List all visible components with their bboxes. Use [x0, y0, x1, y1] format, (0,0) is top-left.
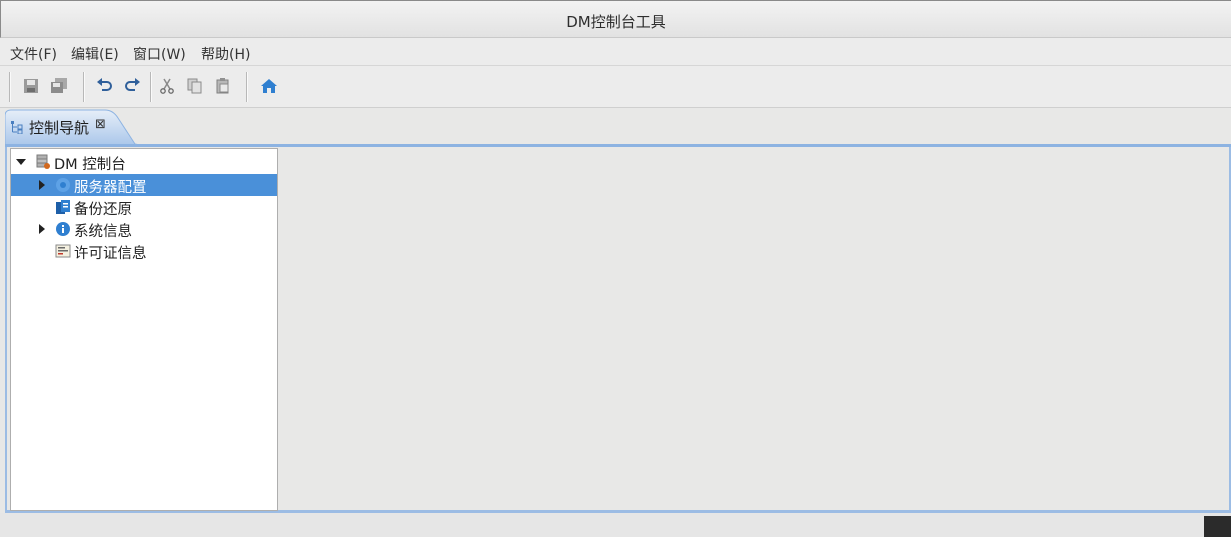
tree-item-label: 服务器配置 [74, 180, 147, 196]
backup-restore-icon [56, 200, 70, 214]
tree-item-label: 许可证信息 [74, 246, 147, 262]
toolbar-separator [9, 72, 10, 102]
toolbar [0, 66, 1231, 108]
tab-control-navigation[interactable]: 控制导航 ⊠ [5, 108, 145, 146]
info-icon [56, 222, 70, 236]
menu-window[interactable]: 窗口(W) [133, 44, 186, 64]
tab-label: 控制导航 [29, 119, 90, 137]
tree-item-system-info[interactable]: 系统信息 [11, 218, 277, 240]
server-config-icon [56, 178, 70, 192]
tree-item-backup-restore[interactable]: 备份还原 [11, 196, 277, 218]
menu-help[interactable]: 帮助(H) [201, 44, 250, 64]
cut-button[interactable] [156, 75, 178, 97]
database-icon [36, 154, 50, 169]
tree-item-server-config[interactable]: 服务器配置 [11, 174, 277, 196]
collapse-arrow-icon[interactable] [16, 157, 26, 167]
redo-icon [125, 78, 140, 91]
status-corner [1204, 516, 1231, 537]
menu-bar: 文件(F) 编辑(E) 窗口(W) 帮助(H) [0, 38, 1231, 66]
paste-button[interactable] [212, 75, 234, 97]
expand-arrow-icon[interactable] [37, 180, 47, 190]
view-tab-strip: 控制导航 ⊠ [0, 108, 1231, 146]
tree-item-label: 备份还原 [74, 202, 132, 218]
navigation-tree-icon [11, 121, 23, 134]
tree-item-label: 系统信息 [74, 224, 132, 240]
paste-icon [216, 78, 229, 94]
tree-root-dm-console[interactable]: DM 控制台 [11, 151, 277, 173]
tab-underline [5, 144, 1231, 147]
close-icon[interactable]: ⊠ [95, 117, 106, 132]
undo-button[interactable] [94, 75, 116, 97]
undo-icon [97, 78, 112, 91]
status-bar [0, 513, 1231, 537]
copy-icon [187, 78, 202, 94]
navigation-tree: DM 控制台 服务器配置 备份还原 系统信息 许可证信息 [10, 148, 278, 511]
toolbar-separator [83, 72, 84, 102]
redo-button[interactable] [121, 75, 143, 97]
home-button[interactable] [258, 75, 280, 97]
home-icon [261, 79, 277, 93]
tree-root-label: DM 控制台 [54, 157, 126, 173]
tree-item-license-info[interactable]: 许可证信息 [11, 240, 277, 262]
window-title-bar: DM控制台工具 [0, 0, 1231, 38]
save-all-icon [51, 78, 67, 93]
license-icon [55, 244, 71, 258]
save-button[interactable] [20, 75, 42, 97]
copy-button[interactable] [184, 75, 206, 97]
menu-file[interactable]: 文件(F) [10, 44, 57, 64]
cut-icon [160, 78, 174, 94]
toolbar-separator [150, 72, 151, 102]
save-icon [24, 79, 38, 93]
toolbar-separator [246, 72, 247, 102]
save-all-button[interactable] [48, 75, 70, 97]
window-title: DM控制台工具 [566, 13, 666, 31]
expand-arrow-icon[interactable] [37, 224, 47, 234]
menu-edit[interactable]: 编辑(E) [71, 44, 119, 64]
